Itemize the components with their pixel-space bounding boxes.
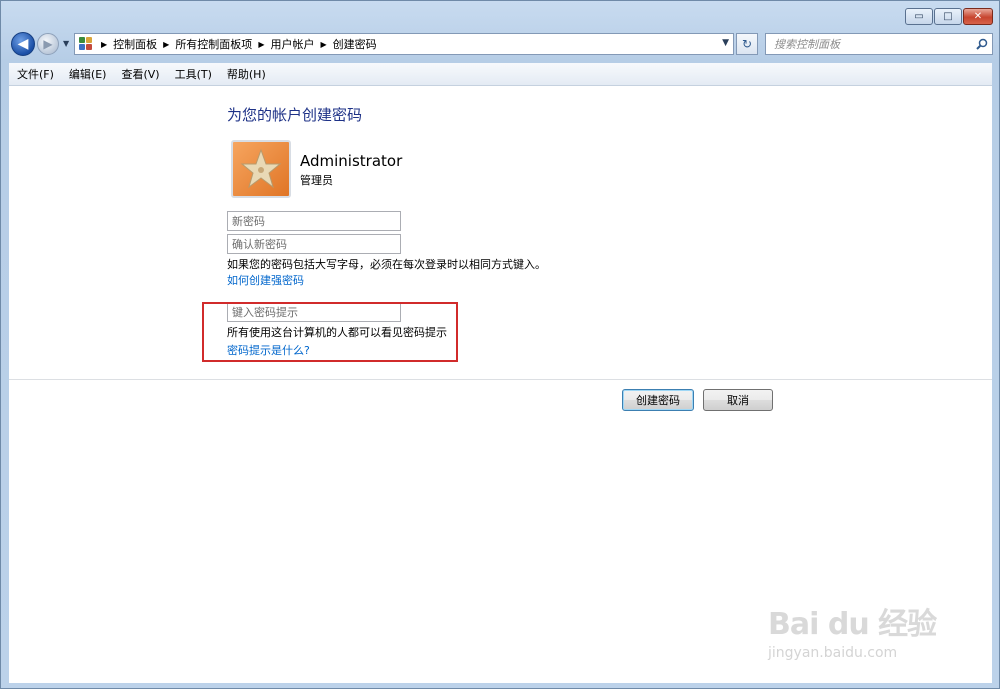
forward-arrow-icon: ▶ xyxy=(43,37,53,51)
strong-password-link[interactable]: 如何创建强密码 xyxy=(227,272,304,288)
user-avatar xyxy=(231,140,291,198)
control-panel-icon xyxy=(79,37,95,51)
menu-help[interactable]: 帮助(H) xyxy=(219,66,273,82)
menu-file[interactable]: 文件(F) xyxy=(9,66,61,82)
page-title: 为您的帐户创建密码 xyxy=(227,106,363,124)
menu-edit[interactable]: 编辑(E) xyxy=(61,66,114,82)
back-arrow-icon: ◀ xyxy=(17,36,29,52)
new-password-field[interactable] xyxy=(227,211,401,231)
refresh-icon: ↻ xyxy=(741,37,753,51)
address-bar[interactable]: ▶ 控制面板 ▶ 所有控制面板项 ▶ 用户帐户 ▶ 创建密码 ▼ xyxy=(74,33,734,55)
caption-buttons: ▭ □ ✕ xyxy=(905,8,993,25)
breadcrumb-item[interactable]: 用户帐户 xyxy=(264,36,320,52)
content-pane: 为您的帐户创建密码 Administrator 管理员 如果您的密码包括大写字母… xyxy=(9,86,992,683)
close-button[interactable]: ✕ xyxy=(963,8,993,25)
create-password-button[interactable]: 创建密码 xyxy=(622,389,694,411)
breadcrumb-item[interactable]: 控制面板 xyxy=(107,36,163,52)
search-input[interactable]: 搜索控制面板 xyxy=(765,33,993,55)
menu-view[interactable]: 查看(V) xyxy=(113,66,166,82)
breadcrumb: ▶ 控制面板 ▶ 所有控制面板项 ▶ 用户帐户 ▶ 创建密码 xyxy=(101,36,383,52)
cancel-button[interactable]: 取消 xyxy=(703,389,773,411)
breadcrumb-item[interactable]: 创建密码 xyxy=(327,36,383,52)
minimize-button[interactable]: ▭ xyxy=(905,8,933,25)
refresh-button[interactable]: ↻ xyxy=(736,33,758,55)
menu-tools[interactable]: 工具(T) xyxy=(167,66,219,82)
address-dropdown-icon[interactable]: ▼ xyxy=(722,38,729,48)
maximize-button[interactable]: □ xyxy=(934,8,962,25)
divider xyxy=(9,379,992,380)
back-button[interactable]: ◀ xyxy=(11,32,35,56)
confirm-password-field[interactable] xyxy=(227,234,401,254)
recent-pages-dropdown-icon[interactable]: ▼ xyxy=(63,39,69,48)
search-icon[interactable] xyxy=(976,38,988,50)
starfish-icon xyxy=(240,148,282,189)
highlight-box xyxy=(202,302,458,362)
forward-button[interactable]: ▶ xyxy=(37,33,59,55)
user-name: Administrator xyxy=(300,152,403,170)
breadcrumb-item[interactable]: 所有控制面板项 xyxy=(169,36,258,52)
case-sensitivity-note: 如果您的密码包括大写字母，必须在每次登录时以相同方式键入。 xyxy=(227,258,546,271)
control-panel-window: ▭ □ ✕ ◀ ▶ ▼ ▶ 控制面板 ▶ 所有控制面板项 ▶ 用户帐户 ▶ 创建密码 ▼ ↻ … xyxy=(0,0,1000,689)
user-role: 管理员 xyxy=(300,174,333,187)
menu-bar: 文件(F) 编辑(E) 查看(V) 工具(T) 帮助(H) xyxy=(9,63,992,86)
